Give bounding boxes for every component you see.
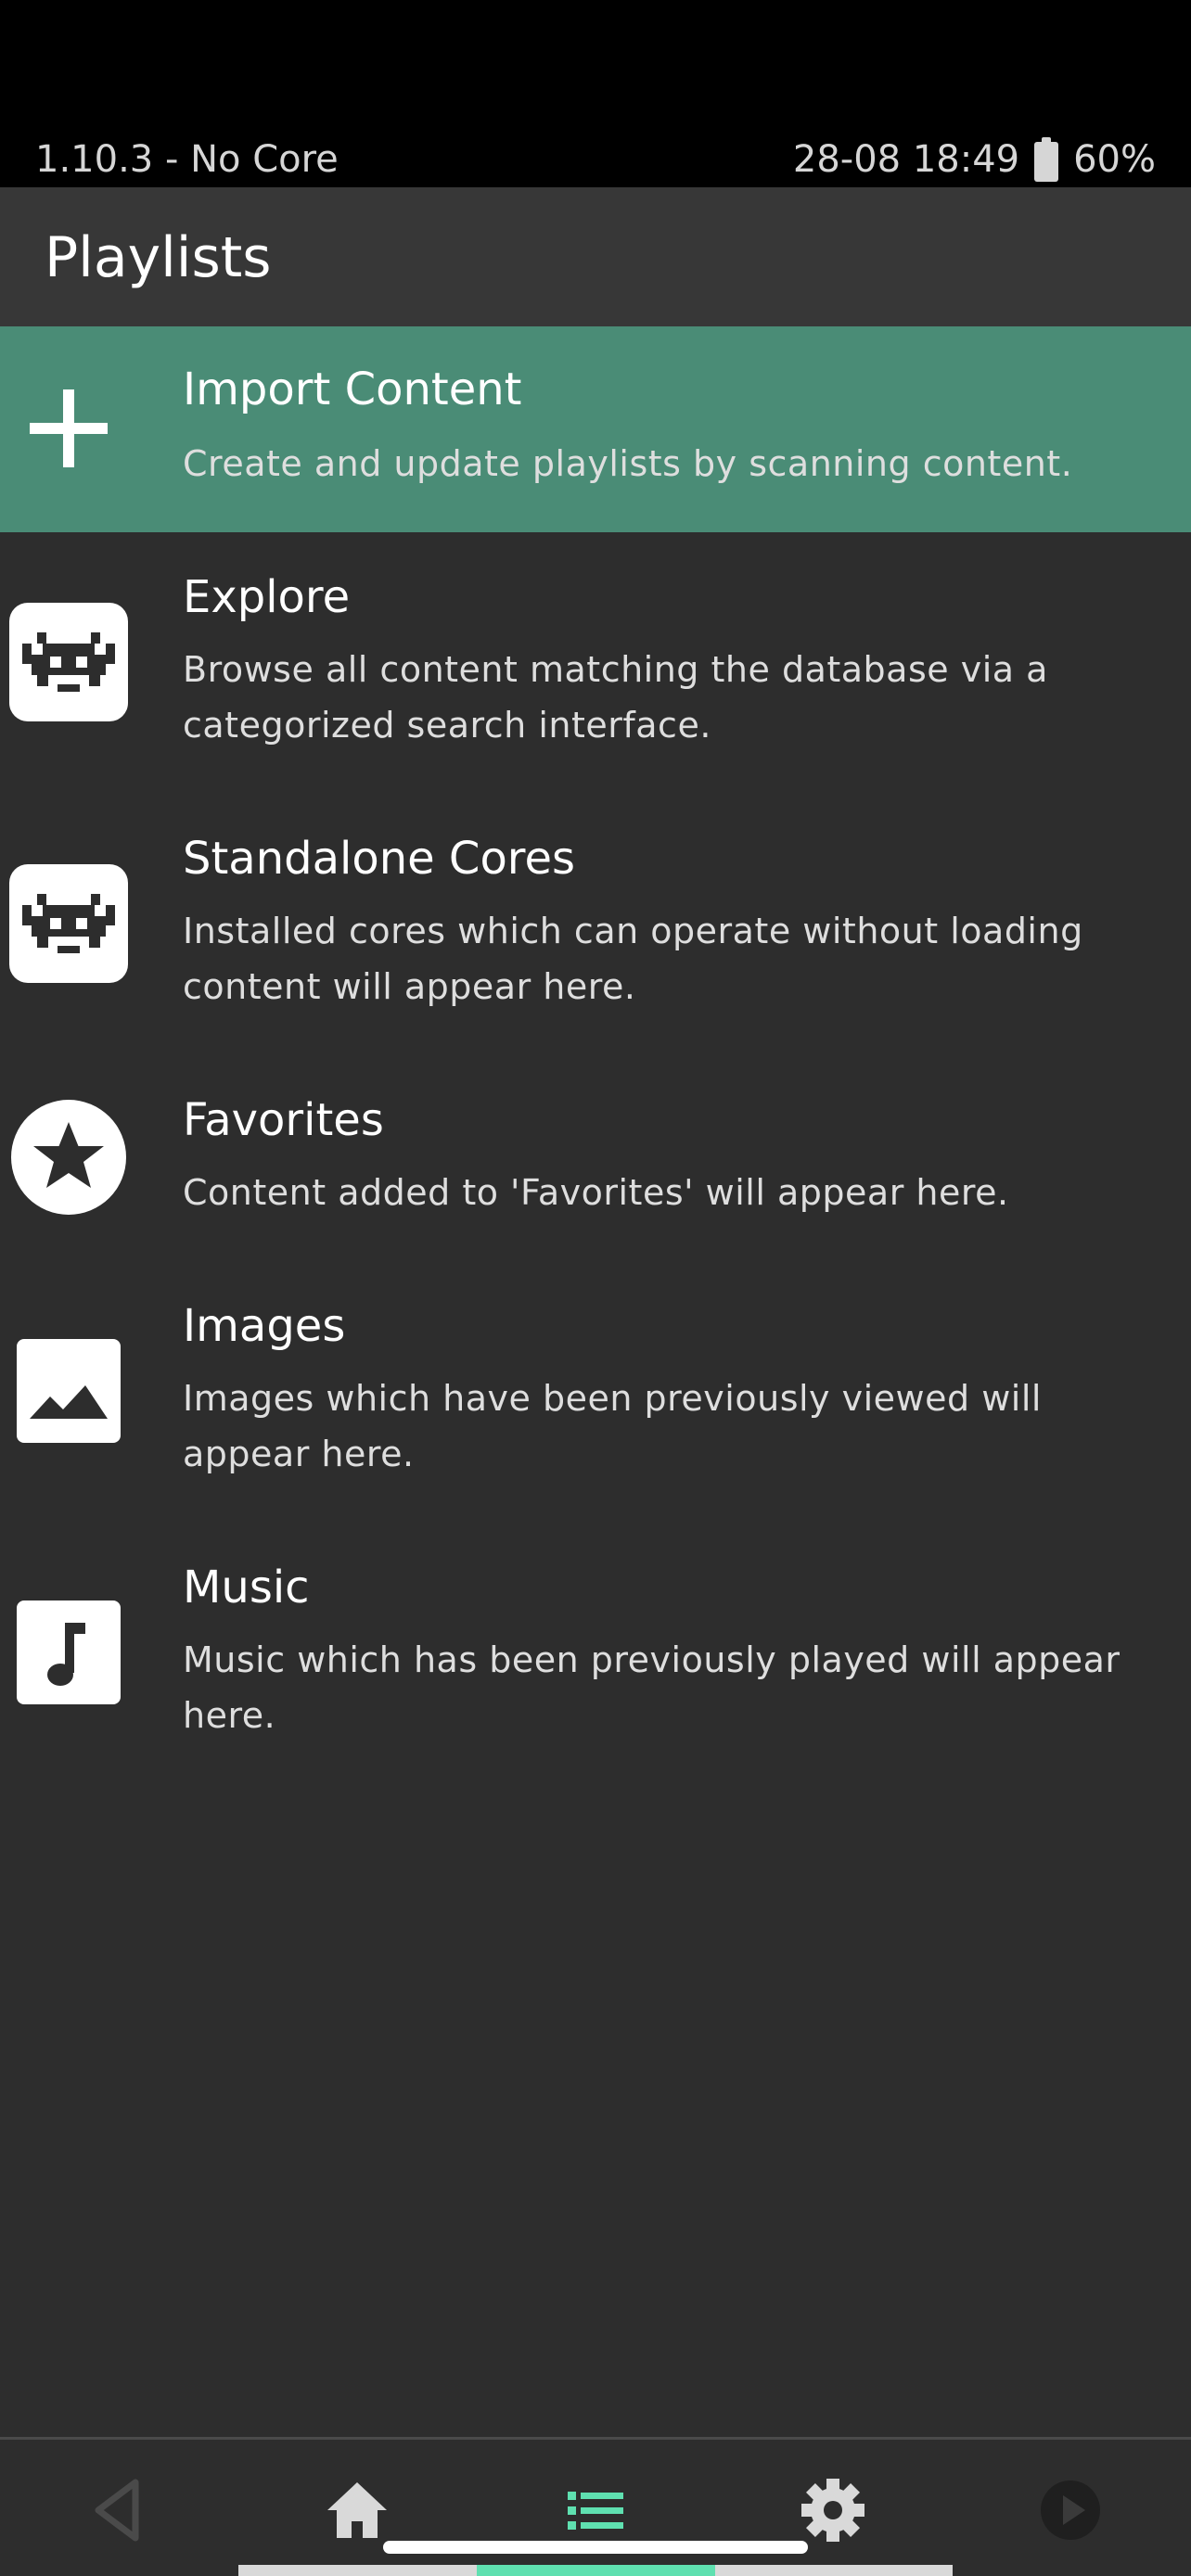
- resume-button[interactable]: [1033, 2473, 1108, 2547]
- battery-icon: [1034, 137, 1059, 182]
- gear-icon: [801, 2479, 864, 2542]
- menu-item-label: Standalone Cores: [183, 833, 576, 885]
- play-circle-icon: [1041, 2480, 1100, 2540]
- bottom-nav: [0, 2440, 1191, 2576]
- menu-item-sublabel: Browse all content matching the database…: [183, 649, 1048, 746]
- menu-item-label: Images: [183, 1300, 346, 1352]
- status-bar: 1.10.3 - No Core 28-08 18:49 60%: [0, 0, 1191, 187]
- menu-item-standalone-cores[interactable]: Standalone Cores Installed cores which c…: [0, 794, 1191, 1055]
- menu-item-label: Music: [183, 1562, 310, 1613]
- home-icon: [327, 2482, 387, 2538]
- battery-percent: 60%: [1073, 138, 1156, 181]
- main-menu-button[interactable]: [320, 2473, 394, 2547]
- menu-item-music[interactable]: Music Music which has been previously pl…: [0, 1523, 1191, 1784]
- music-note-icon: [17, 1600, 121, 1704]
- back-button[interactable]: [83, 2473, 158, 2547]
- menu-item-import-content[interactable]: Import Content Create and update playlis…: [0, 326, 1191, 532]
- menu-item-label: Explore: [183, 571, 351, 623]
- plus-icon: [30, 389, 108, 467]
- page-title: Playlists: [45, 225, 272, 290]
- menu-item-favorites[interactable]: Favorites Content added to 'Favorites' w…: [0, 1055, 1191, 1261]
- settings-button[interactable]: [796, 2473, 870, 2547]
- menu-item-sublabel: Create and update playlists by scanning …: [183, 443, 1073, 484]
- menu-item-sublabel: Installed cores which can operate withou…: [183, 911, 1083, 1007]
- status-right-group: 28-08 18:49 60%: [793, 135, 1156, 184]
- playlists-button[interactable]: [558, 2473, 633, 2547]
- version-core-label: 1.10.3 - No Core: [35, 138, 339, 181]
- back-triangle-icon: [95, 2479, 139, 2542]
- playlists-screen: 1.10.3 - No Core 28-08 18:49 60% Playlis…: [0, 0, 1191, 2576]
- tab-indicator-active: [477, 2565, 715, 2576]
- menu-item-sublabel: Images which have been previously viewed…: [183, 1378, 1042, 1474]
- list-icon: [568, 2492, 623, 2530]
- title-bar: Playlists: [0, 187, 1191, 326]
- menu-item-sublabel: Content added to 'Favorites' will appear…: [183, 1172, 1009, 1213]
- menu-item-images[interactable]: Images Images which have been previously…: [0, 1261, 1191, 1523]
- image-icon: [17, 1339, 121, 1443]
- menu-item-explore[interactable]: Explore Browse all content matching the …: [0, 532, 1191, 794]
- retroarch-invader-icon: [9, 603, 128, 721]
- menu-item-sublabel: Music which has been previously played w…: [183, 1639, 1121, 1736]
- datetime-label: 28-08 18:49: [792, 138, 1020, 181]
- retroarch-invader-icon: [9, 864, 128, 983]
- menu-item-label: Favorites: [183, 1094, 384, 1146]
- home-indicator[interactable]: [383, 2541, 808, 2554]
- menu-item-label: Import Content: [183, 363, 522, 415]
- star-icon: [11, 1100, 126, 1215]
